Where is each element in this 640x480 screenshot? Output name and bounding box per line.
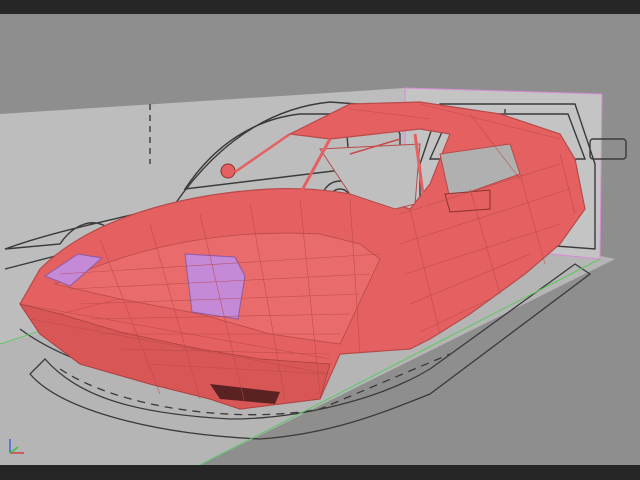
scene-canvas[interactable] [0, 14, 640, 465]
viewport-frame [0, 0, 640, 480]
perspective-viewport[interactable] [0, 14, 640, 465]
axis-gizmo-icon [9, 439, 24, 454]
